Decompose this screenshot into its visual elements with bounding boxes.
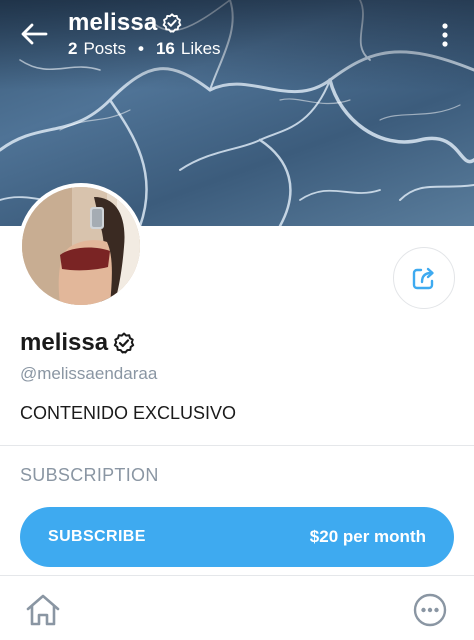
verified-badge-icon xyxy=(113,332,135,354)
more-horizontal-icon[interactable] xyxy=(412,592,448,628)
share-icon xyxy=(412,267,434,290)
subscribe-button[interactable]: SUBSCRIBE $20 per month xyxy=(20,507,454,567)
header-title: melissa xyxy=(68,9,183,37)
subscribe-price: $20 per month xyxy=(309,527,426,546)
subscribe-label: SUBSCRIBE xyxy=(48,528,146,545)
bottom-nav xyxy=(0,575,474,640)
avatar[interactable] xyxy=(18,183,144,309)
stats-separator: • xyxy=(138,39,144,58)
home-icon[interactable] xyxy=(24,592,62,628)
subscription-heading: SUBSCRIPTION xyxy=(20,465,159,485)
share-button[interactable] xyxy=(393,247,455,309)
likes-count: 16 xyxy=(155,39,175,58)
top-bar: melissa 2 Posts • 16 Likes xyxy=(0,0,474,70)
divider xyxy=(0,445,474,446)
vertical-dots-icon[interactable] xyxy=(436,22,454,48)
profile-name-row: melissa xyxy=(20,329,136,357)
avatar-photo xyxy=(22,187,140,305)
profile-name: melissa xyxy=(20,329,109,356)
back-arrow-icon[interactable] xyxy=(18,20,50,48)
header-name: melissa xyxy=(68,9,158,36)
verified-badge-icon xyxy=(163,13,182,33)
posts-label: Posts xyxy=(83,39,126,58)
header-stats: 2 Posts • 16 Likes xyxy=(68,39,221,59)
posts-count: 2 xyxy=(68,39,78,58)
likes-label: Likes xyxy=(180,39,221,58)
profile-bio: CONTENIDO EXCLUSIVO xyxy=(20,403,237,423)
profile-handle: @melissaendaraa xyxy=(20,364,158,383)
